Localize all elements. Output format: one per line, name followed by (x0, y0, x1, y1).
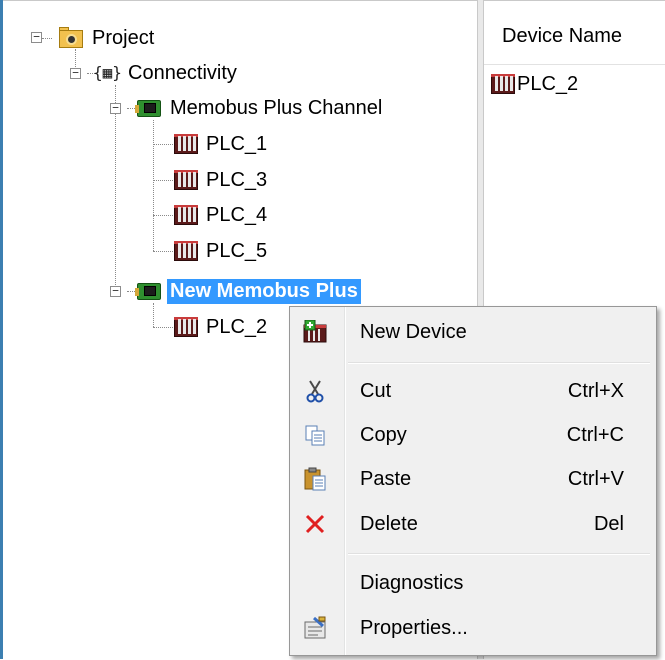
menu-item-paste[interactable]: Paste Ctrl+V (290, 458, 656, 500)
collapse-project-toggle[interactable]: − (31, 31, 42, 43)
tree-node-label: Project (92, 26, 155, 49)
tree-line (153, 327, 173, 328)
channel-card-icon (135, 96, 163, 120)
plc-device-icon (173, 240, 199, 262)
menu-item-copy[interactable]: Copy Ctrl+C (290, 414, 656, 456)
collapse-channel2-toggle[interactable]: − (110, 285, 121, 297)
plc-device-icon (490, 73, 516, 95)
plc-device-icon (173, 204, 199, 226)
tree-node-label: PLC_1 (206, 132, 268, 155)
tree-node-label: New Memobus Plus (167, 278, 361, 304)
tree-line (153, 144, 173, 145)
list-item-label: PLC_2 (517, 72, 579, 95)
tree-node-label: PLC_2 (206, 315, 268, 338)
menu-item-delete[interactable]: Delete Del (290, 503, 656, 545)
menu-separator (348, 553, 650, 555)
tree-node-label: PLC_5 (206, 239, 268, 262)
menu-item-label: Paste (360, 467, 412, 490)
column-header-device-name[interactable]: Device Name (484, 7, 665, 65)
tree-node-device[interactable]: PLC_3 (173, 165, 270, 195)
new-device-icon (303, 319, 327, 344)
menu-item-shortcut: Del (593, 512, 624, 535)
tree-node-label: Memobus Plus Channel (170, 96, 383, 119)
menu-item-label: Properties... (360, 616, 468, 639)
tree-line (115, 85, 116, 291)
copy-icon (303, 423, 327, 447)
plc-device-icon (173, 133, 199, 155)
tree-node-connectivity[interactable]: {▦} Connectivity (93, 58, 240, 88)
scissors-icon (303, 379, 327, 403)
tree-line (127, 108, 135, 109)
tree-node-device[interactable]: PLC_2 (173, 312, 270, 342)
clipboard-icon (303, 467, 327, 491)
menu-item-label: Copy (360, 423, 407, 446)
menu-item-shortcut: Ctrl+V (567, 467, 624, 490)
channel-card-icon (135, 279, 163, 303)
plc-device-icon (173, 316, 199, 338)
tree-line (153, 215, 173, 216)
menu-item-cut[interactable]: Cut Ctrl+X (290, 370, 656, 412)
collapse-channel1-toggle[interactable]: − (110, 102, 121, 114)
collapse-connectivity-toggle[interactable]: − (70, 67, 81, 79)
properties-icon (303, 616, 327, 640)
tree-node-label: PLC_4 (206, 203, 268, 226)
connectivity-icon: {▦} (93, 63, 122, 82)
delete-x-icon (303, 512, 327, 536)
tree-line (153, 251, 173, 252)
menu-separator (348, 362, 650, 364)
menu-item-label: Cut (360, 379, 392, 402)
menu-item-label: Delete (360, 512, 418, 535)
menu-item-shortcut: Ctrl+C (566, 423, 624, 446)
project-folder-icon (57, 26, 85, 50)
tree-line (153, 180, 173, 181)
tree-node-channel[interactable]: Memobus Plus Channel (135, 93, 385, 123)
list-item[interactable]: PLC_2 (490, 69, 578, 99)
tree-line (127, 291, 135, 292)
tree-node-device[interactable]: PLC_4 (173, 200, 270, 230)
tree-node-label: Connectivity (128, 61, 237, 84)
tree-node-device[interactable]: PLC_1 (173, 129, 270, 159)
menu-item-diagnostics[interactable]: Diagnostics (290, 562, 656, 604)
menu-item-label: Diagnostics (360, 571, 464, 594)
context-menu[interactable]: New Device Cut Ctrl+X Copy Ctrl+C Paste … (289, 306, 657, 656)
plc-device-icon (173, 169, 199, 191)
tree-line (153, 303, 154, 327)
menu-item-label: New Device (360, 320, 467, 343)
tree-line (42, 38, 52, 39)
menu-item-shortcut: Ctrl+X (567, 379, 624, 402)
tree-node-project[interactable]: Project (57, 23, 157, 53)
tree-node-device[interactable]: PLC_5 (173, 236, 270, 266)
tree-line (153, 120, 154, 251)
tree-node-channel-selected[interactable]: New Memobus Plus (135, 276, 361, 306)
tree-node-label: PLC_3 (206, 168, 268, 191)
menu-item-properties[interactable]: Properties... (290, 607, 656, 649)
menu-item-new-device[interactable]: New Device (290, 311, 656, 353)
